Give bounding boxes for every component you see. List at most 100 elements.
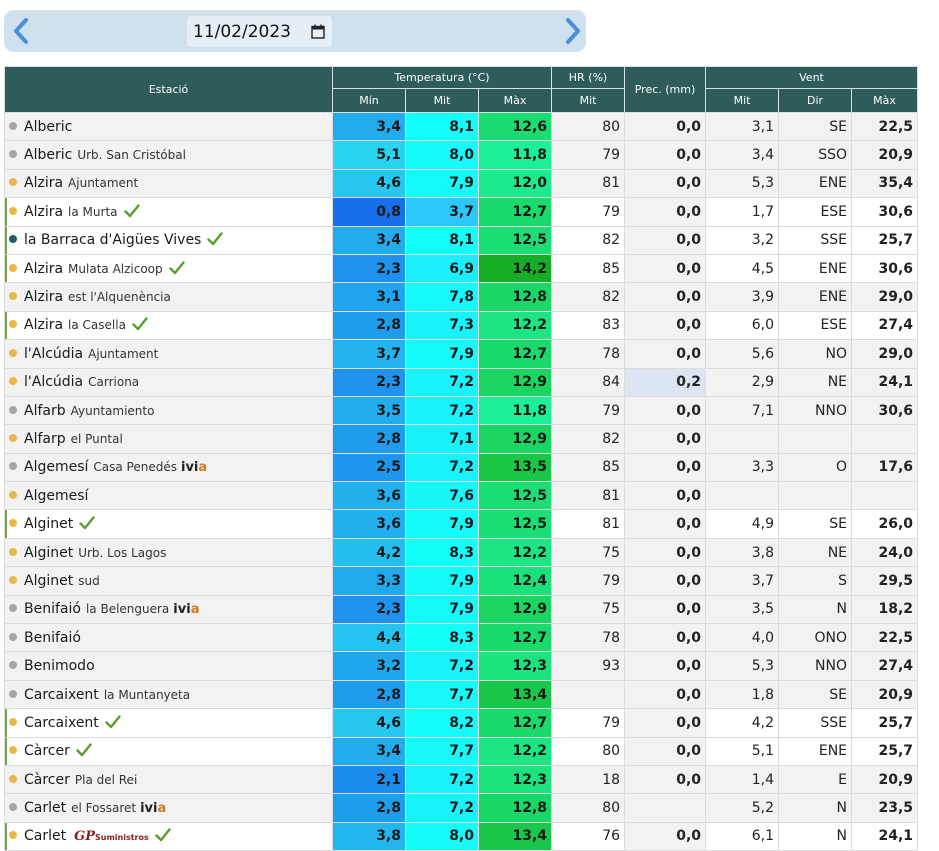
temp-max-cell: 12,2: [477, 310, 553, 341]
station-cell[interactable]: Alzira la Murta: [4, 197, 333, 227]
table-row[interactable]: Càrcer Pla del Rei 2,1 7,2 12,3 18 0,0 1,4 E 20,9: [4, 764, 919, 795]
precipitation-cell: 0,0: [624, 253, 707, 284]
table-row[interactable]: Alzira la Casella 2,8 7,3 12,2 83 0,0 6,0 ESE 27,…: [4, 310, 919, 341]
table-row[interactable]: Alfarb Ayuntamiento 3,5 7,2 11,8 79 0,0 7,1 NNO 3…: [4, 395, 919, 426]
wind-mit-cell: 1,7: [705, 197, 780, 227]
temp-mit-cell: 8,0: [405, 140, 479, 170]
station-cell[interactable]: Càrcer: [4, 736, 333, 766]
temp-mit-cell: 8,3: [405, 623, 479, 653]
header-precipitation: Prec. (mm): [624, 66, 707, 113]
station-cell[interactable]: Alginet sud: [4, 566, 333, 596]
temp-min-cell: 2,3: [332, 594, 406, 625]
table-row[interactable]: Alberic Urb. San Cristóbal 5,1 8,0 11,8 79 0,0…: [4, 140, 919, 170]
station-cell[interactable]: Benifaió la Belenguera ivia: [4, 594, 333, 625]
table-row[interactable]: Alginet Urb. Los Lagos 4,2 8,3 12,2 75 0,0 3,8 N…: [4, 537, 919, 568]
station-cell[interactable]: Alfarp el Puntal: [4, 424, 333, 454]
station-cell[interactable]: Carcaixent: [4, 708, 333, 738]
table-row[interactable]: Benimodo 3,2 7,2 12,3 93 0,0 5,3 NNO 27,4: [4, 651, 919, 681]
station-cell[interactable]: Alzira est l'Alquenència: [4, 282, 333, 312]
station-cell[interactable]: la Barraca d'Aigües Vives: [4, 225, 333, 255]
wind-mit-cell: 4,2: [705, 708, 780, 738]
table-row[interactable]: la Barraca d'Aigües Vives 3,4 8,1 12,5 82 0,0…: [4, 225, 919, 255]
table-row[interactable]: l'Alcúdia Carriona 2,3 7,2 12,9 84 0,2 2,9 NE 24,…: [4, 367, 919, 397]
temp-mit-cell: 7,8: [405, 282, 479, 312]
temp-max-cell: 12,7: [477, 623, 553, 653]
precipitation-cell: [624, 793, 707, 823]
station-status-dot: [9, 377, 17, 386]
station-name: Alfarb: [24, 402, 66, 419]
table-row[interactable]: Alzira la Murta 0,8 3,7 12,7 79 0,0 1,7 ESE 30,6: [4, 197, 919, 227]
table-row[interactable]: Carcaixent la Muntanyeta 2,8 7,7 13,4 0,0 1,8 S…: [4, 679, 919, 710]
wind-dir-cell: NE: [778, 537, 853, 568]
humidity-cell: 81: [551, 481, 626, 511]
table-row[interactable]: Algemesí Casa Penedés ivia 2,5 7,2 13,5 85 0,0 3…: [4, 452, 919, 483]
temp-min-cell: 2,1: [332, 764, 406, 795]
station-cell[interactable]: Alzira Ajuntament: [4, 168, 333, 199]
station-cell[interactable]: Carlet GPSuministros: [4, 821, 333, 851]
gp-suministros-logo: GPSuministros: [74, 828, 149, 844]
station-cell[interactable]: Alberic: [4, 111, 333, 142]
table-row[interactable]: Alginet 3,6 7,9 12,5 81 0,0 4,9 SE 26,0: [4, 509, 919, 539]
station-cell[interactable]: Alzira Mulata Alzicoop: [4, 253, 333, 284]
table-row[interactable]: Benifaió la Belenguera ivia 2,3 7,9 12,9 75 0,0…: [4, 594, 919, 625]
station-cell[interactable]: Alberic Urb. San Cristóbal: [4, 140, 333, 170]
station-cell[interactable]: Alginet Urb. Los Lagos: [4, 537, 333, 568]
wind-dir-cell: ESE: [778, 310, 853, 341]
station-name: Alzira: [24, 203, 64, 220]
station-status-dot: [9, 320, 17, 329]
table-row[interactable]: Carcaixent 4,6 8,2 12,7 79 0,0 4,2 SSE 25,7: [4, 708, 919, 738]
ivia-logo-text: ivi: [140, 801, 158, 817]
table-row[interactable]: Alzira Mulata Alzicoop 2,3 6,9 14,2 85 0,0 4,5 E…: [4, 253, 919, 284]
station-cell[interactable]: Benimodo: [4, 651, 333, 681]
table-row[interactable]: Carlet el Fossaret ivia 2,8 7,2 12,8 80 5,2 N 23,…: [4, 793, 919, 823]
wind-dir-cell: [778, 424, 853, 454]
station-status-dot: [9, 292, 17, 301]
station-name: Benimodo: [24, 658, 95, 675]
station-cell[interactable]: Algemesí Casa Penedés ivia: [4, 452, 333, 483]
temp-mit-cell: 7,2: [405, 395, 479, 426]
station-status-dot: [9, 689, 17, 698]
station-cell[interactable]: l'Alcúdia Ajuntament: [4, 339, 333, 369]
temp-min-cell: 4,2: [332, 537, 406, 568]
station-name: Alberic: [24, 147, 73, 164]
wind-mit-cell: 6,1: [705, 821, 780, 851]
table-row[interactable]: Benifaió 4,4 8,3 12,7 78 0,0 4,0 ONO 22,5: [4, 623, 919, 653]
table-row[interactable]: Càrcer 3,4 7,7 12,2 80 0,0 5,1 ENE 25,7: [4, 736, 919, 766]
station-cell[interactable]: l'Alcúdia Carriona: [4, 367, 333, 397]
previous-day-button[interactable]: [6, 15, 38, 47]
table-row[interactable]: Alberic 3,4 8,1 12,6 80 0,0 3,1 SE 22,5: [4, 111, 919, 142]
table-row[interactable]: Alginet sud 3,3 7,9 12,4 79 0,0 3,7 S 29,5: [4, 566, 919, 596]
wind-mit-cell: 4,9: [705, 509, 780, 539]
wind-mit-cell: 3,2: [705, 225, 780, 255]
table-row[interactable]: Carlet GPSuministros 3,8 8,0 13,4 76 0,0 6,1 N 24…: [4, 821, 919, 851]
station-cell[interactable]: Alzira la Casella: [4, 310, 333, 341]
table-row[interactable]: l'Alcúdia Ajuntament 3,7 7,9 12,7 78 0,0 5,6 NO 2…: [4, 339, 919, 369]
station-location: la Muntanyeta: [103, 687, 191, 702]
calendar-icon[interactable]: [311, 24, 325, 39]
station-cell[interactable]: Carcaixent la Muntanyeta: [4, 679, 333, 710]
station-cell[interactable]: Carlet el Fossaret ivia: [4, 793, 333, 823]
chevron-left-icon: [14, 18, 28, 44]
temp-max-cell: 12,9: [477, 424, 553, 454]
station-cell[interactable]: Algemesí: [4, 481, 333, 511]
date-input[interactable]: 11/02/2023: [187, 16, 332, 47]
station-location: Urb. Los Lagos: [78, 545, 167, 560]
precipitation-cell: 0,0: [624, 395, 707, 426]
table-row[interactable]: Alfarp el Puntal 2,8 7,1 12,9 82 0,0: [4, 424, 919, 454]
station-cell[interactable]: Alfarb Ayuntamiento: [4, 395, 333, 426]
station-cell[interactable]: Alginet: [4, 509, 333, 539]
next-day-button[interactable]: [556, 15, 588, 47]
station-status-dot: [9, 178, 17, 187]
table-row[interactable]: Algemesí 3,6 7,6 12,5 81 0,0: [4, 481, 919, 511]
wind-mit-cell: 5,3: [705, 651, 780, 681]
precipitation-cell: 0,0: [624, 282, 707, 312]
table-row[interactable]: Alzira est l'Alquenència 3,1 7,8 12,8 82 0,0 3,…: [4, 282, 919, 312]
temp-mit-cell: 7,2: [405, 764, 479, 795]
precipitation-cell: 0,0: [624, 566, 707, 596]
station-cell[interactable]: Benifaió: [4, 623, 333, 653]
temp-min-cell: 4,6: [332, 168, 406, 199]
temp-max-cell: 11,8: [477, 140, 553, 170]
ivia-logo-accent: a: [157, 801, 167, 817]
station-cell[interactable]: Càrcer Pla del Rei: [4, 764, 333, 795]
table-row[interactable]: Alzira Ajuntament 4,6 7,9 12,0 81 0,0 5,3 ENE 35,…: [4, 168, 919, 199]
